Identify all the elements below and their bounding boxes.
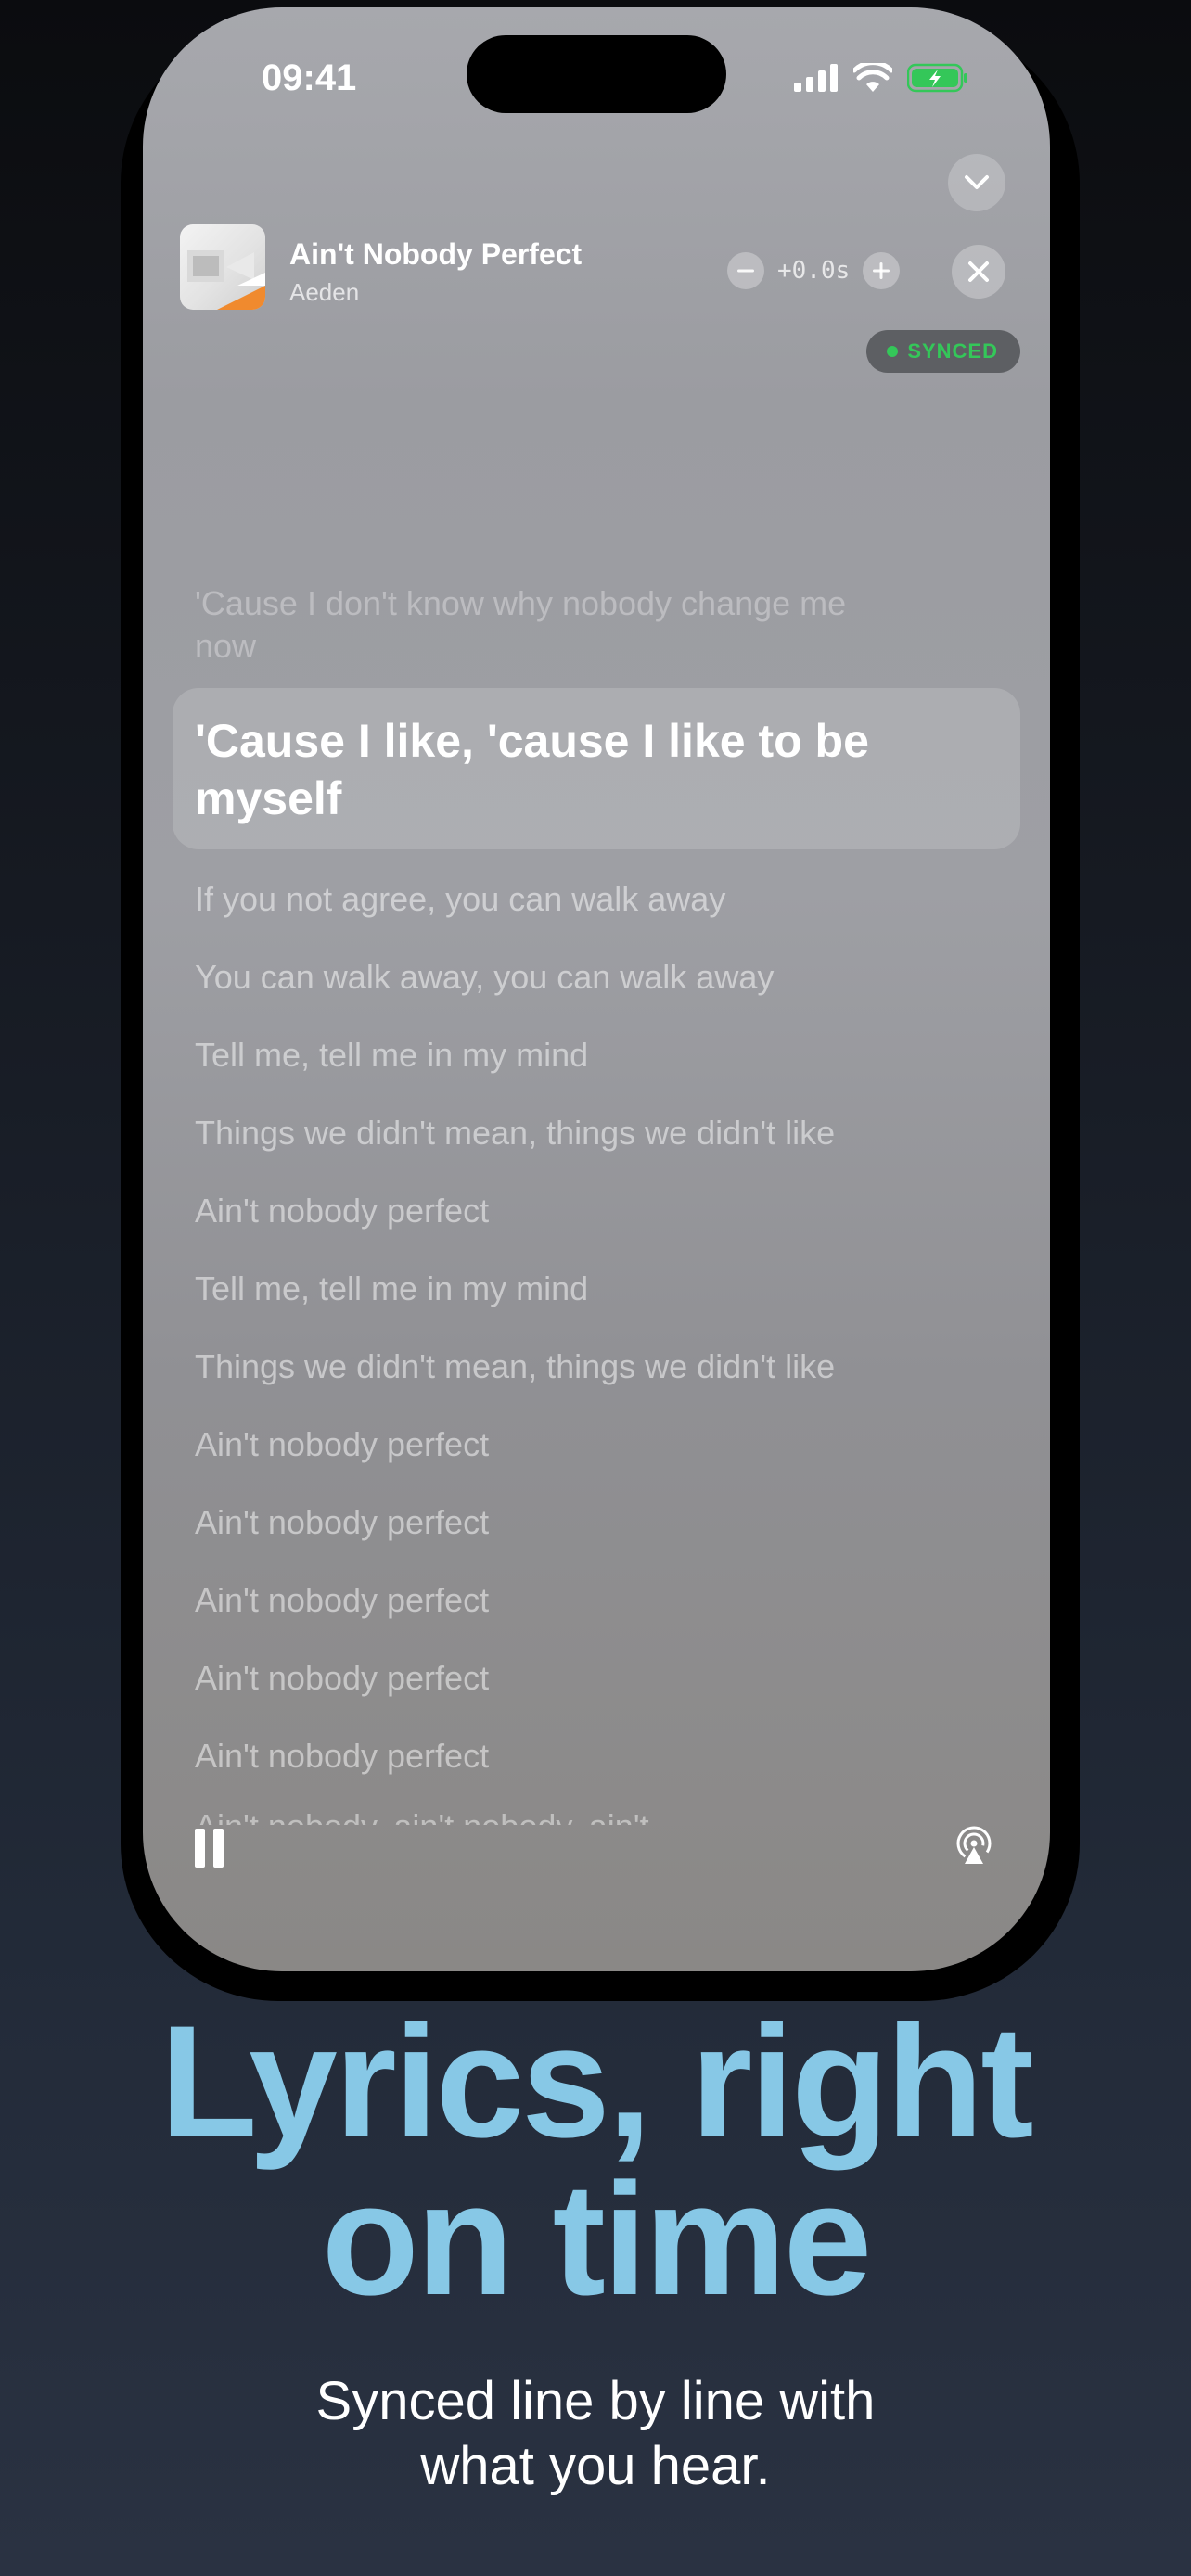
lyric-line[interactable]: Ain't nobody perfect: [195, 1189, 992, 1267]
lyric-line[interactable]: Ain't nobody perfect: [195, 1500, 992, 1578]
track-artist: Aeden: [289, 278, 360, 306]
sync-offset-control: +0.0s: [727, 252, 901, 289]
lyric-line[interactable]: Ain't nobody perfect: [195, 1656, 992, 1734]
lyric-line[interactable]: Ain't nobody perfect: [195, 1578, 992, 1656]
lyric-line-previous[interactable]: 'Cause I don't know why nobody change me…: [195, 582, 900, 668]
lyric-line[interactable]: Ain't nobody perfect: [195, 1422, 992, 1500]
cellular-signal-icon: [794, 64, 838, 92]
synced-label: SYNCED: [907, 339, 998, 363]
lyric-line-partial[interactable]: Ain't nobody, ain't nobody, ain't: [195, 1804, 649, 1825]
marketing-headline: Lyrics, right on time: [0, 1993, 1191, 2328]
pause-button[interactable]: [195, 1829, 224, 1868]
collapse-button[interactable]: [948, 154, 1005, 211]
synced-badge: SYNCED: [866, 330, 1020, 373]
pause-icon: [195, 1829, 205, 1868]
lyrics-list: If you not agree, you can walk away You …: [195, 877, 992, 1812]
lyric-current-text: 'Cause I like, 'cause I like to be mysel…: [195, 715, 869, 824]
album-artwork[interactable]: [180, 224, 265, 310]
close-icon: [968, 261, 989, 282]
headline-line-2: on time: [321, 2150, 873, 2328]
offset-value: +0.0s: [777, 257, 851, 285]
lyric-line[interactable]: Things we didn't mean, things we didn't …: [195, 1345, 992, 1422]
minus-icon: [737, 269, 754, 273]
lyric-line[interactable]: If you not agree, you can walk away: [195, 877, 992, 955]
plus-icon: [873, 262, 890, 279]
lyric-line[interactable]: Tell me, tell me in my mind: [195, 1033, 992, 1111]
marketing-subtitle: Synced line by line with what you hear.: [315, 2371, 876, 2496]
wifi-icon: [853, 63, 892, 92]
status-icons: [794, 63, 968, 93]
chevron-down-icon: [965, 175, 989, 189]
lyric-line[interactable]: Tell me, tell me in my mind: [195, 1267, 992, 1345]
lyric-line[interactable]: You can walk away, you can walk away: [195, 955, 992, 1033]
synced-status-dot: [887, 346, 899, 357]
airplay-button[interactable]: [954, 1825, 994, 1870]
offset-decrease-button[interactable]: [727, 252, 764, 289]
status-time: 09:41: [262, 57, 357, 98]
lyric-line-current[interactable]: 'Cause I like, 'cause I like to be mysel…: [173, 688, 1020, 849]
airplay-icon: [956, 1826, 992, 1864]
battery-charging-icon: [907, 63, 967, 93]
offset-increase-button[interactable]: [863, 252, 901, 289]
close-button[interactable]: [952, 245, 1005, 299]
dynamic-island: [467, 35, 726, 113]
track-title: Ain't Nobody Perfect: [289, 237, 583, 271]
phone-screen: 09:41 Ain't Nobody Perfect Aeden +0.0s S…: [143, 7, 1050, 1971]
lyric-line[interactable]: Things we didn't mean, things we didn't …: [195, 1111, 992, 1189]
lyric-line[interactable]: Ain't nobody perfect: [195, 1734, 992, 1812]
headline-line-1: Lyrics, right: [160, 1993, 1033, 2171]
